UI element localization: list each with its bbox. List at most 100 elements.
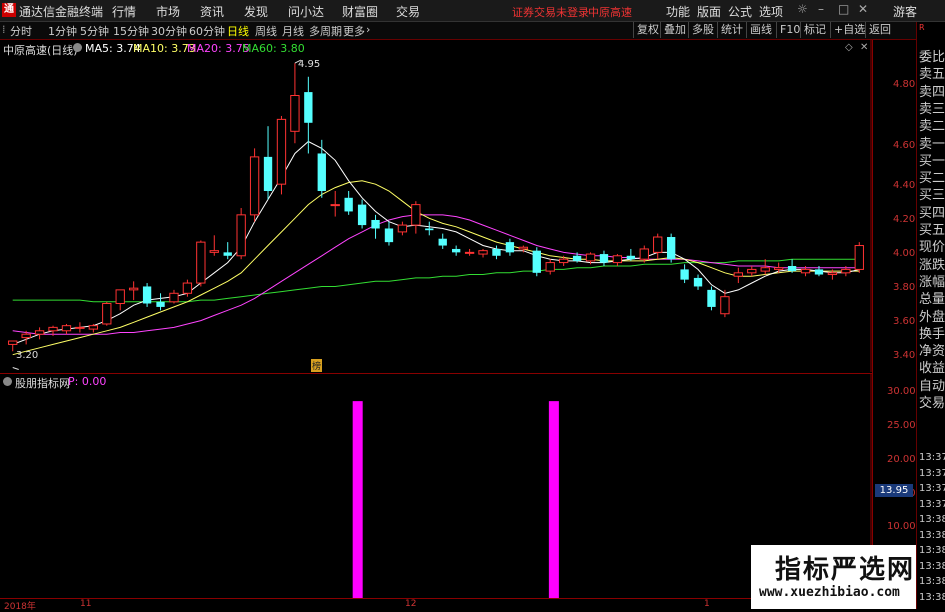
btn-tongji[interactable]: 统计: [717, 22, 746, 38]
candle-body: [693, 277, 703, 287]
candle-body: [330, 204, 340, 207]
kline-panel[interactable]: 中原高速(日线) MA5: 3.74 MA10: 3.73 MA20: 3.75…: [0, 40, 872, 372]
candle: [505, 238, 515, 256]
date-label: 11: [80, 599, 92, 609]
ind-y-tick: 10.00: [887, 521, 916, 532]
candle: [223, 242, 232, 260]
stock-title: 中原高速(日线): [3, 44, 78, 57]
side-label: 买一: [919, 153, 945, 169]
menu-gongneng[interactable]: 功能: [666, 3, 690, 20]
candle: [854, 242, 864, 273]
indicator-bar: [352, 401, 363, 598]
menu-banmian[interactable]: 版面: [697, 3, 721, 20]
menu-caifuquan[interactable]: 财富圈: [342, 3, 378, 20]
y-tick: 3.80: [893, 282, 916, 293]
app-title: 通达信金融终端: [19, 5, 104, 19]
candle-body: [115, 289, 125, 305]
side-label[interactable]: 自动: [919, 375, 945, 394]
period-5min[interactable]: 5分钟: [80, 23, 109, 39]
menu-gongshi[interactable]: 公式: [728, 3, 752, 20]
side-trade-time: 13:38: [919, 591, 945, 603]
diamond-icon[interactable]: ◇: [845, 42, 853, 53]
candle-body: [142, 286, 152, 304]
settings-icon[interactable]: ☼: [797, 2, 808, 16]
more-chevron-icon[interactable]: ›: [366, 23, 370, 36]
period-fenshi[interactable]: 分时: [10, 23, 32, 39]
btn-diejia[interactable]: 叠加: [660, 22, 689, 38]
candle-body: [263, 156, 273, 191]
indicator-options-icon[interactable]: [3, 377, 12, 386]
maximize-icon[interactable]: □: [838, 2, 849, 16]
candle: [236, 208, 246, 260]
candle-body: [236, 214, 246, 257]
period-1min[interactable]: 1分钟: [48, 23, 77, 39]
candle: [102, 301, 112, 326]
candle-body: [156, 301, 165, 307]
candle-body: [451, 248, 461, 253]
menu-zixun[interactable]: 资讯: [200, 3, 224, 20]
close-panel-icon[interactable]: ✕: [860, 42, 868, 53]
menu-shichang[interactable]: 市场: [156, 3, 180, 20]
btn-biaoji[interactable]: 标记: [800, 22, 829, 38]
indicator-chart[interactable]: [0, 374, 872, 599]
side-trade-time: 13:38: [919, 514, 945, 525]
minimize-icon[interactable]: –: [818, 2, 824, 16]
login-status[interactable]: 证券交易未登录: [512, 4, 589, 20]
candle-body: [585, 253, 596, 262]
period-15min[interactable]: 15分钟: [113, 23, 149, 39]
candle: [344, 190, 353, 215]
event-tag[interactable]: 榜: [311, 359, 323, 372]
menu-xuanxiang[interactable]: 选项: [759, 3, 783, 20]
candle-body: [88, 325, 99, 330]
candle: [61, 323, 72, 335]
candle: [492, 245, 501, 260]
side-tab-icon[interactable]: R: [919, 23, 925, 32]
candle: [733, 267, 744, 284]
period-60min[interactable]: 60分钟: [189, 23, 225, 39]
ma10-line: [12, 180, 860, 356]
candle-body: [75, 326, 85, 329]
menu-hangqing[interactable]: 行情: [112, 3, 136, 20]
period-multi[interactable]: 多周期: [309, 23, 342, 39]
btn-fanhui[interactable]: 返回: [865, 22, 894, 38]
candle: [599, 250, 609, 266]
candle: [357, 199, 367, 229]
period-daily[interactable]: 日线: [227, 23, 249, 39]
y-tick: 4.40: [893, 180, 916, 191]
candle: [115, 289, 125, 311]
btn-duogu[interactable]: 多股: [688, 22, 717, 38]
candle-body: [276, 118, 287, 185]
menu-faxian[interactable]: 发现: [244, 3, 268, 20]
btn-fuquan[interactable]: 复权: [633, 22, 662, 38]
chart-options-icon[interactable]: [73, 43, 82, 52]
btn-huaxian[interactable]: 画线: [746, 22, 775, 38]
candle: [330, 190, 340, 217]
period-monthly[interactable]: 月线: [282, 23, 304, 39]
btn-zixuan[interactable]: +自选: [830, 22, 868, 38]
candle-body: [599, 254, 609, 263]
kline-chart[interactable]: [0, 40, 872, 372]
candle-body: [814, 269, 824, 275]
menu-jiaoyi[interactable]: 交易: [396, 3, 420, 20]
menu-wenxiaoda[interactable]: 问小达: [288, 3, 324, 20]
candle-body: [518, 246, 529, 250]
period-weekly[interactable]: 周线: [255, 23, 277, 39]
close-icon[interactable]: ✕: [858, 2, 868, 16]
candle: [451, 245, 461, 256]
indicator-panel[interactable]: 股朋指标网 P: 0.00: [0, 373, 872, 599]
side-trade-time: 13:37: [919, 452, 945, 463]
candle-body: [612, 255, 623, 264]
candle: [612, 254, 623, 266]
candle-body: [747, 268, 757, 274]
period-more[interactable]: 更多: [343, 23, 365, 39]
candle: [169, 289, 179, 304]
guest-label[interactable]: 游客: [893, 3, 917, 20]
candle: [276, 115, 287, 195]
candle: [317, 139, 326, 198]
period-30min[interactable]: 30分钟: [151, 23, 187, 39]
quote-side-panel: R 委比 卖五 卖四 卖三 卖二 卖一 买一 买二 买三 买四 买五 现价 涨跌 涨幅 总量 外盘 换手 净资 收益…: [916, 22, 945, 609]
candle-body: [8, 340, 18, 345]
side-label[interactable]: 交易: [919, 392, 945, 411]
side-label: 涨跌: [919, 257, 945, 273]
side-trade-time: 13:38: [919, 529, 945, 541]
